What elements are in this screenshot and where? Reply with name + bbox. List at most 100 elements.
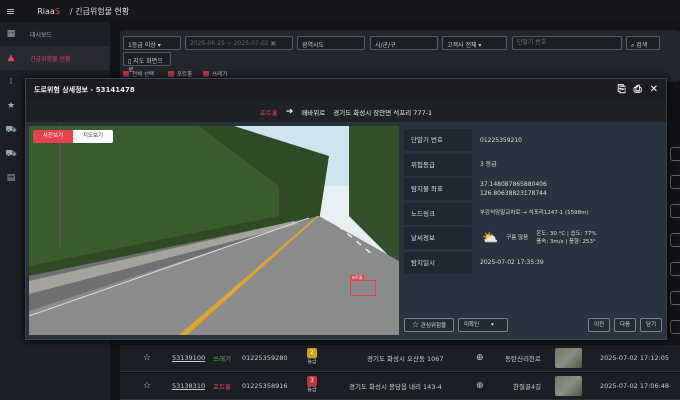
- menu-icon[interactable]: ≡: [6, 5, 15, 18]
- row-action-button[interactable]: [670, 291, 680, 305]
- grade-value: 1등급 이상: [128, 42, 156, 49]
- row-time: 2025-07-02 17:06:48: [600, 382, 670, 390]
- table-row[interactable]: ☆ 53139100 쓰레기 01225359280 2 등급 경기도 화성시 오…: [120, 345, 680, 372]
- row-action-button[interactable]: [670, 147, 680, 161]
- weather-wind: 풍속: 3m/s | 풍향: 253°: [536, 239, 596, 246]
- row-action-button[interactable]: [670, 175, 680, 189]
- next-button[interactable]: 다음: [614, 318, 636, 332]
- status-value: 미확인: [464, 322, 480, 328]
- sidebar-label: 긴급위험물 현황: [30, 55, 71, 63]
- row-time: 2025-07-02 17:12:05: [600, 354, 670, 362]
- row-id-link[interactable]: 53139100: [172, 354, 205, 362]
- row-action-button[interactable]: [670, 262, 680, 276]
- table-row[interactable]: ☆ 53138310 포트홀 01225358916 3 등급 경기도 화성시 봉…: [120, 373, 680, 400]
- row-action-button[interactable]: [670, 204, 680, 218]
- date-range-input[interactable]: 2025-06-25 ~ 2025-07-02 ▣: [185, 36, 293, 50]
- prev-button[interactable]: 이전: [588, 318, 610, 332]
- detection-box: [350, 280, 376, 296]
- search-button[interactable]: ⌕ 검색: [626, 36, 660, 50]
- row-road: 동탄신리천로: [505, 355, 541, 363]
- chart-icon: ▤: [6, 173, 16, 183]
- checkbox-icon: [203, 71, 209, 77]
- info-row-weather: 날씨정보 ⛅ 구름 많음 온도: 30 °C | 습도: 77% 풍속: 3m/s…: [404, 226, 664, 251]
- info-row-coords: 탐지물 좌표 37.148087865880406 126.806388231787…: [404, 177, 664, 202]
- weather-temp: 온도: 30 °C | 습도: 77%: [536, 231, 597, 238]
- print-icon[interactable]: ⎙: [634, 84, 642, 95]
- breadcrumb: / 긴급위험물 현황: [69, 6, 130, 16]
- row-action-button[interactable]: [670, 233, 680, 247]
- star-icon: ☆: [411, 320, 420, 329]
- row-road: 한절골4길: [513, 383, 542, 391]
- tab-map[interactable]: 지도보기: [73, 130, 113, 143]
- star-icon: ★: [6, 101, 16, 111]
- date-value: 2025-06-25 ~ 2025-07-02: [190, 40, 269, 47]
- favorite-label: 관심위험물: [420, 323, 447, 329]
- row-thumbnail[interactable]: [555, 376, 582, 396]
- close-button[interactable]: 닫기: [640, 318, 662, 332]
- tab-photo[interactable]: 사진보기: [33, 130, 73, 143]
- info-key: 단말기 번호: [404, 129, 472, 152]
- direction-icon: ➜: [285, 106, 294, 117]
- client-value: 고객사 전체: [447, 42, 477, 49]
- client-select[interactable]: 고객사 전체 ▾: [442, 36, 507, 50]
- cloudy-icon: ⛅: [482, 230, 499, 246]
- brand-accent: S: [54, 6, 60, 16]
- brand-text: Riaa: [37, 6, 55, 16]
- city-value: 시/군/구: [375, 42, 396, 49]
- check-all[interactable]: 전체 선택: [123, 70, 154, 78]
- row-type: 포트홀: [213, 383, 231, 391]
- sidebar-item-emergency[interactable]: ▲ 긴급위험물 현황: [0, 46, 110, 70]
- road-photo-image: [29, 126, 399, 335]
- calendar-icon: ▣: [270, 40, 277, 47]
- info-row-time: 탐지일시 2025-07-02 17:35:39: [404, 251, 664, 276]
- favorite-button[interactable]: ☆ 관심위험물: [404, 318, 454, 332]
- row-id-link[interactable]: 53138310: [172, 382, 205, 390]
- status-select[interactable]: 미확인 ▾: [458, 318, 508, 332]
- row-address: 경기도 화성시 봉담읍 내리 143-4: [349, 383, 442, 391]
- info-key: 탐지물 좌표: [404, 178, 472, 201]
- check-trash[interactable]: 쓰레기: [203, 70, 227, 78]
- check-label: 포트홀: [177, 72, 193, 78]
- info-key: 탐지일시: [404, 251, 472, 274]
- info-value: 부강석당말교차로 → 석포리1247-1 (1598m): [480, 210, 589, 217]
- terminal-input[interactable]: [512, 36, 622, 50]
- filter-panel: 1등급 이상 ▾ 2025-06-25 ~ 2025-07-02 ▣ 광역시도 …: [120, 30, 680, 82]
- dashboard-icon: ▦: [6, 29, 16, 39]
- check-label: 전체 선택: [132, 72, 154, 78]
- close-icon[interactable]: ✕: [650, 84, 658, 95]
- grade-select[interactable]: 1등급 이상 ▾: [123, 36, 181, 50]
- check-pothole[interactable]: 포트홀: [168, 70, 192, 78]
- checkbox-icon: [168, 71, 174, 77]
- province-select[interactable]: 광역시도: [297, 36, 365, 50]
- longitude: 126.80638823178744: [480, 190, 547, 198]
- map-view-button[interactable]: ▯ 지도 화면으로: [123, 52, 171, 74]
- info-panel: 단말기 번호 01225359210 위험등급 3 등급 탐지물 좌표 37.1480…: [404, 128, 664, 275]
- brand-logo[interactable]: RiaaS: [37, 7, 60, 16]
- grade-label: 등급: [307, 359, 317, 365]
- row-action-button[interactable]: [670, 320, 680, 334]
- road-photo: 포트홀 사진보기 지도보기: [29, 126, 399, 335]
- grade-number: 3: [307, 376, 317, 386]
- modal-header: 도로위험 상세정보 - 53141478 ⎘ ⎙ ✕: [26, 79, 666, 101]
- star-icon[interactable]: ☆: [143, 353, 151, 363]
- row-thumbnail[interactable]: [555, 348, 582, 368]
- info-row-nodelink: 노드링크 부강석당말교차로 → 석포리1247-1 (1598m): [404, 202, 664, 227]
- detail-modal: 도로위험 상세정보 - 53141478 ⎘ ⎙ ✕ 포트홀 ➜ 매바위로 경기도 …: [25, 78, 667, 340]
- car-front-icon: ⛟: [5, 148, 17, 159]
- weather-desc: 구름 많음: [506, 234, 529, 241]
- modal-subheader: 포트홀 ➜ 매바위로 경기도 화성시 장안면 석포리 777-1: [26, 101, 666, 123]
- check-label: 쓰레기: [212, 72, 228, 78]
- address-label: 경기도 화성시 장안면 석포리 777-1: [333, 108, 433, 117]
- chevron-down-icon: ▾: [490, 322, 494, 328]
- export-icon[interactable]: ⎘: [618, 84, 626, 95]
- row-terminal: 01225359280: [242, 354, 288, 362]
- sidebar-item-dashboard[interactable]: ▦ 대시보드: [0, 22, 110, 46]
- row-address: 경기도 화성시 오산동 1067: [367, 355, 444, 363]
- sidebar-label: 대시보드: [30, 31, 53, 39]
- direction-down-icon: ⊕: [476, 381, 484, 391]
- direction-up-icon: ⊕: [476, 353, 484, 363]
- star-icon[interactable]: ☆: [143, 381, 151, 391]
- city-select[interactable]: 시/군/구: [370, 36, 438, 50]
- info-value: 2025-07-02 17:35:39: [480, 259, 544, 267]
- sliders-icon: ⁞: [9, 77, 13, 87]
